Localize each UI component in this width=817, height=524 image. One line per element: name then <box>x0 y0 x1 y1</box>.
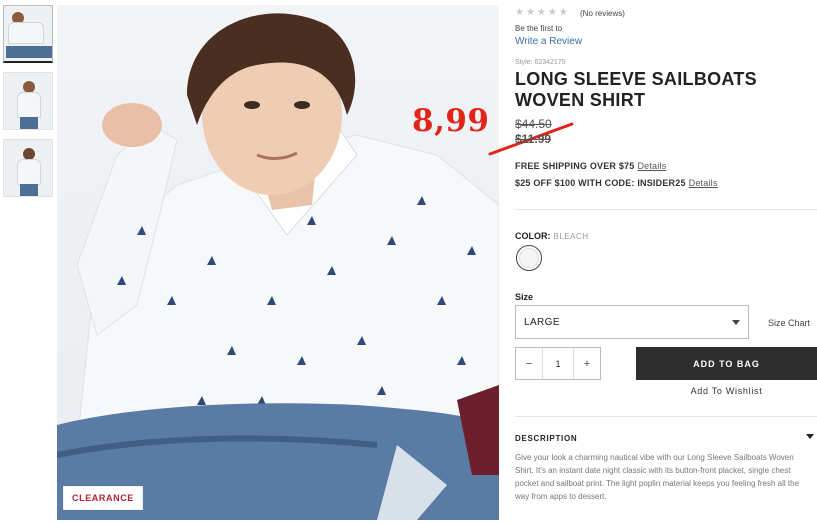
caret-down-icon[interactable] <box>806 434 814 439</box>
divider <box>515 209 817 210</box>
thumbnail-figure-shirt <box>17 159 41 185</box>
write-review-link[interactable]: Write a Review <box>515 36 582 47</box>
model-illustration <box>57 13 499 520</box>
be-first-text: Be the first to <box>515 24 563 33</box>
shipping-details-link[interactable]: Details <box>637 161 666 171</box>
color-label-text: COLOR: <box>515 231 551 241</box>
size-selected-value: LARGE <box>524 316 560 328</box>
color-value: BLEACH <box>553 232 589 241</box>
description-heading[interactable]: DESCRIPTION <box>515 434 577 443</box>
quantity-stepper: − 1 + <box>515 347 601 380</box>
quantity-value[interactable]: 1 <box>542 348 574 379</box>
thumbnail-figure-jeans <box>20 117 38 129</box>
size-label: Size <box>515 292 534 302</box>
size-chart-link[interactable]: Size Chart <box>768 318 810 328</box>
discount-code-promo: $25 OFF $100 WITH CODE: INSIDER25 Details <box>515 178 718 188</box>
quantity-increase-button[interactable]: + <box>574 348 600 379</box>
main-product-image[interactable]: CLEARANCE <box>57 5 499 520</box>
code-details-link[interactable]: Details <box>689 178 718 188</box>
add-to-bag-button[interactable]: ADD TO BAG <box>636 347 817 380</box>
swatch-fill <box>519 248 539 268</box>
free-shipping-text: FREE SHIPPING OVER $75 <box>515 161 635 171</box>
description-text: Give your look a charming nautical vibe … <box>515 453 800 501</box>
divider <box>515 416 817 417</box>
product-title: LONG SLEEVE SAILBOATS WOVEN SHIRT <box>515 69 757 110</box>
free-shipping-promo: FREE SHIPPING OVER $75 Details <box>515 161 666 171</box>
thumbnail-figure-jeans <box>6 46 52 58</box>
overlay-sale-price: 8,99 <box>412 103 490 139</box>
discount-code-text: $25 OFF $100 WITH CODE: INSIDER25 <box>515 178 686 188</box>
color-swatch-bleach[interactable] <box>516 245 542 271</box>
reviews-count: (No reviews) <box>580 9 625 18</box>
thumbnail-1[interactable] <box>3 5 53 63</box>
thumbnail-figure-shirt <box>8 22 44 44</box>
quantity-decrease-button[interactable]: − <box>516 348 542 379</box>
thumbnail-3[interactable] <box>3 139 53 197</box>
rating-stars[interactable]: ★★★★★ <box>515 7 570 18</box>
color-label: COLOR: BLEACH <box>515 231 589 241</box>
thumbnail-figure-jeans <box>20 184 38 196</box>
original-price: $44.50 <box>515 117 552 131</box>
chevron-down-icon <box>732 320 740 325</box>
add-to-wishlist-link[interactable]: Add To Wishlist <box>636 386 817 396</box>
clearance-badge: CLEARANCE <box>63 486 143 510</box>
style-number: Style: 62342175 <box>515 59 566 66</box>
sale-price: $11.99 <box>515 132 552 146</box>
thumbnail-list <box>3 5 53 206</box>
size-select[interactable]: LARGE <box>515 305 749 339</box>
thumbnail-figure-shirt <box>17 92 41 118</box>
thumbnail-2[interactable] <box>3 72 53 130</box>
